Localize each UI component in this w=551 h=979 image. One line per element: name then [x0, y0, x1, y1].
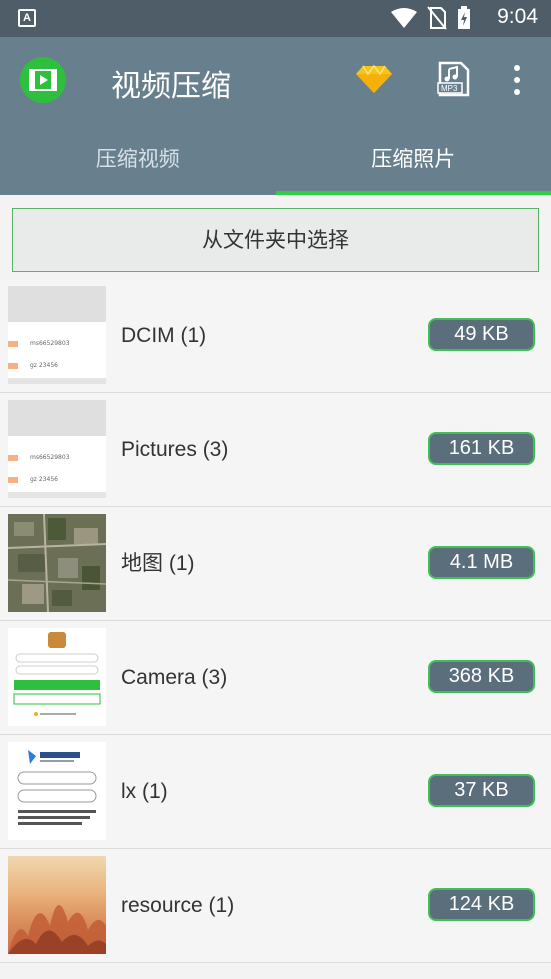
folder-name: resource (1): [121, 894, 235, 917]
status-bar: A 9:04: [0, 0, 551, 37]
status-time: 9:04: [497, 5, 538, 28]
folder-row-pictures[interactable]: ms66529803 gz 23456 Pictures (3) 161 KB: [0, 393, 551, 507]
mp3-label: MP3: [441, 84, 458, 93]
folder-thumbnail: ms66529803 gz 23456: [8, 400, 106, 498]
folder-row-map[interactable]: 地图 (1) 4.1 MB: [0, 507, 551, 621]
wifi-icon: [391, 8, 417, 28]
folder-size-badge: 4.1 MB: [428, 546, 535, 579]
form-screenshot-image: [8, 742, 106, 840]
map-image: [8, 514, 106, 612]
folder-thumbnail: ms66529803 gz 23456: [8, 286, 106, 384]
folder-name: 地图 (1): [121, 552, 195, 575]
folder-size-badge: 368 KB: [428, 660, 535, 693]
folder-row-resource[interactable]: resource (1) 124 KB: [0, 849, 551, 963]
app-notification-icon: A: [18, 9, 36, 27]
tab-compress-photo[interactable]: 压缩照片: [275, 137, 551, 195]
folder-size-badge: 49 KB: [428, 318, 535, 351]
folder-thumbnail: [8, 514, 106, 612]
folder-name: DCIM (1): [121, 324, 207, 347]
fire-painting-image: [8, 904, 106, 954]
app-bar: 视频压缩 MP3 压缩视频 压缩照片: [0, 37, 551, 195]
app-logo: [20, 57, 66, 103]
folder-thumbnail: [8, 628, 106, 726]
folder-list: ms66529803 gz 23456 DCIM (1) 49 KB ms665…: [0, 279, 551, 963]
tab-bar: 压缩视频 压缩照片: [0, 137, 551, 195]
folder-thumbnail: [8, 856, 106, 954]
folder-row-lx[interactable]: lx (1) 37 KB: [0, 735, 551, 849]
folder-row-dcim[interactable]: ms66529803 gz 23456 DCIM (1) 49 KB: [0, 279, 551, 393]
video-compress-icon: [29, 69, 57, 91]
mp3-file-icon: MP3: [437, 61, 470, 97]
no-sim-icon: [427, 6, 447, 30]
folder-name: Pictures (3): [121, 438, 229, 461]
folder-size-badge: 161 KB: [428, 432, 535, 465]
overflow-menu-icon[interactable]: [510, 65, 524, 95]
folder-name: lx (1): [121, 780, 168, 803]
select-from-folder-button[interactable]: 从文件夹中选择: [12, 208, 539, 272]
tab-compress-video[interactable]: 压缩视频: [0, 137, 276, 195]
premium-gem-icon[interactable]: [355, 64, 393, 94]
folder-thumbnail: [8, 742, 106, 840]
folder-name: Camera (3): [121, 666, 228, 689]
mp3-convert-button[interactable]: MP3: [437, 61, 471, 101]
folder-size-badge: 37 KB: [428, 774, 535, 807]
folder-row-camera[interactable]: Camera (3) 368 KB: [0, 621, 551, 735]
folder-size-badge: 124 KB: [428, 888, 535, 921]
app-title: 视频压缩: [111, 69, 231, 104]
login-screenshot-image: [8, 628, 106, 726]
battery-charging-icon: [458, 6, 470, 29]
status-icons: [391, 6, 471, 30]
